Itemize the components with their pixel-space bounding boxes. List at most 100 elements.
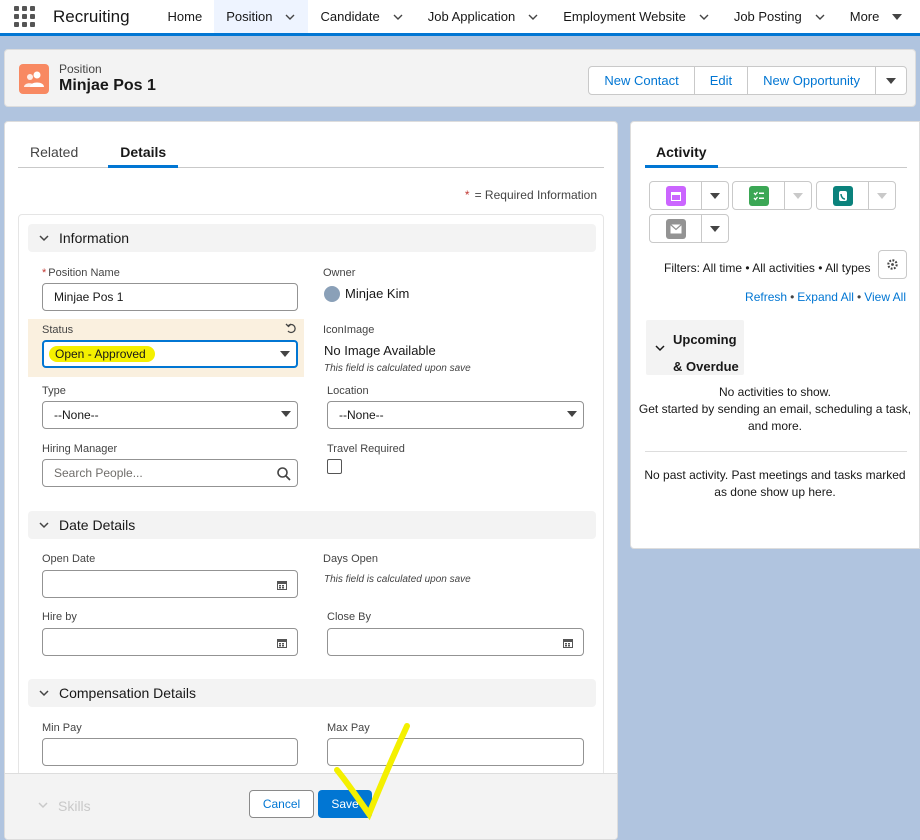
section-compensation-details[interactable]: Compensation Details bbox=[28, 679, 596, 707]
type-select[interactable]: --None-- bbox=[42, 401, 298, 429]
nav-item-position[interactable]: Position bbox=[214, 0, 309, 36]
close-by-input[interactable] bbox=[327, 628, 584, 656]
hiring-manager-input[interactable]: Search People... bbox=[42, 459, 298, 487]
task-icon bbox=[748, 185, 769, 206]
chevron-down-icon bbox=[39, 522, 49, 529]
email-button-main[interactable] bbox=[650, 215, 702, 242]
nav-label: Job Posting bbox=[733, 9, 802, 24]
chevron-down-icon[interactable] bbox=[698, 11, 710, 23]
caret-down-icon bbox=[281, 411, 291, 417]
section-information[interactable]: Information bbox=[28, 224, 596, 252]
nav-label: Home bbox=[167, 9, 203, 24]
nav-label: Employment Website bbox=[563, 9, 686, 24]
undo-icon[interactable] bbox=[285, 322, 297, 334]
location-select[interactable]: --None-- bbox=[327, 401, 584, 429]
icon-image-note: This field is calculated upon save bbox=[324, 363, 471, 374]
message-line: Get started by sending an email, schedul… bbox=[638, 402, 912, 416]
nav-label: Job Application bbox=[427, 9, 516, 24]
owner-link[interactable]: Minjae Kim bbox=[345, 286, 409, 301]
new-task-button[interactable] bbox=[732, 181, 812, 210]
separator: • bbox=[790, 290, 795, 304]
calendar-icon bbox=[665, 185, 686, 206]
label-line: & Overdue bbox=[673, 359, 739, 374]
new-contact-button[interactable]: New Contact bbox=[589, 67, 695, 94]
hire-by-label: Hire by bbox=[42, 611, 77, 623]
section-title: Date Details bbox=[59, 517, 136, 533]
nav-item-candidate[interactable]: Candidate bbox=[308, 0, 415, 33]
tab-activity[interactable]: Activity bbox=[645, 140, 718, 168]
section-skills-obscured: Skills bbox=[37, 798, 91, 814]
calendar-icon[interactable] bbox=[276, 579, 288, 591]
location-label: Location bbox=[327, 385, 369, 397]
nav-item-home[interactable]: Home bbox=[156, 0, 215, 33]
form-footer: Skills Cancel Save bbox=[5, 773, 617, 839]
nav-item-job-posting[interactable]: Job Posting bbox=[722, 0, 838, 33]
chevron-down-icon[interactable] bbox=[785, 182, 811, 209]
nav-item-employment-website[interactable]: Employment Website bbox=[551, 0, 722, 33]
new-event-button[interactable] bbox=[649, 181, 729, 210]
chevron-down-icon[interactable] bbox=[392, 11, 404, 23]
edit-button[interactable]: Edit bbox=[695, 67, 749, 94]
position-name-label: * Position Name bbox=[42, 267, 120, 279]
search-icon bbox=[277, 467, 291, 481]
status-select[interactable]: Open - Approved bbox=[42, 340, 298, 368]
call-button-main[interactable] bbox=[817, 182, 869, 209]
days-open-label: Days Open bbox=[323, 553, 379, 565]
view-all-link[interactable]: View All bbox=[864, 290, 906, 304]
nav-item-more[interactable]: More bbox=[838, 0, 916, 33]
chevron-down-icon[interactable] bbox=[814, 11, 826, 23]
chevron-down-icon[interactable] bbox=[527, 11, 539, 23]
tab-details[interactable]: Details bbox=[108, 140, 179, 168]
event-button-main[interactable] bbox=[650, 182, 702, 209]
no-past-activity-message: No past activity. Past meetings and task… bbox=[631, 467, 919, 501]
section-date-details[interactable]: Date Details bbox=[28, 511, 596, 539]
caret-down-icon bbox=[886, 77, 896, 84]
section-title: Information bbox=[59, 230, 130, 246]
divider bbox=[645, 451, 907, 452]
log-call-button[interactable] bbox=[816, 181, 896, 210]
input-value: Minjae Pos 1 bbox=[54, 290, 124, 304]
activity-settings-button[interactable] bbox=[878, 250, 907, 279]
message-line: and more. bbox=[747, 419, 803, 433]
chevron-down-icon[interactable] bbox=[869, 182, 895, 209]
travel-required-checkbox[interactable] bbox=[327, 459, 342, 474]
section-title: Compensation Details bbox=[59, 685, 196, 701]
more-actions-button[interactable] bbox=[876, 67, 906, 94]
open-date-input[interactable] bbox=[42, 570, 298, 598]
task-button-main[interactable] bbox=[733, 182, 785, 209]
nav-label: More bbox=[849, 9, 880, 24]
travel-required-label: Travel Required bbox=[327, 443, 405, 455]
position-name-input[interactable]: Minjae Pos 1 bbox=[42, 283, 298, 311]
expand-all-link[interactable]: Expand All bbox=[797, 290, 854, 304]
nav-item-job-application[interactable]: Job Application bbox=[416, 0, 551, 33]
label-text: Position Name bbox=[48, 267, 120, 279]
record-tabs: Related Details bbox=[18, 140, 604, 168]
calendar-icon[interactable] bbox=[562, 637, 574, 649]
days-open-note: This field is calculated upon save bbox=[324, 574, 471, 585]
required-info: * = Required Information bbox=[465, 188, 597, 202]
no-activities-message: No activities to show. Get started by se… bbox=[631, 384, 919, 435]
chevron-down-icon[interactable] bbox=[702, 182, 728, 209]
chevron-down-icon[interactable] bbox=[284, 11, 296, 23]
app-launcher-icon[interactable] bbox=[0, 0, 48, 33]
calendar-icon[interactable] bbox=[276, 637, 288, 649]
tab-related[interactable]: Related bbox=[18, 140, 90, 168]
send-email-button[interactable] bbox=[649, 214, 729, 243]
phone-icon bbox=[832, 185, 853, 206]
hiring-manager-label: Hiring Manager bbox=[42, 443, 118, 455]
upcoming-overdue-toggle[interactable]: Upcoming & Overdue bbox=[646, 320, 744, 375]
owner-label: Owner bbox=[323, 267, 356, 279]
chevron-down-icon[interactable] bbox=[702, 215, 728, 242]
refresh-link[interactable]: Refresh bbox=[745, 290, 787, 304]
type-label: Type bbox=[42, 385, 66, 397]
hire-by-input[interactable] bbox=[42, 628, 298, 656]
new-opportunity-button[interactable]: New Opportunity bbox=[748, 67, 876, 94]
min-pay-input[interactable] bbox=[42, 738, 298, 766]
activity-tabs: Activity bbox=[645, 140, 907, 168]
message-line: No past activity. Past meetings and task… bbox=[644, 468, 906, 482]
edit-form: Information * Position Name Minjae Pos 1 … bbox=[18, 214, 604, 839]
close-by-label: Close By bbox=[327, 611, 372, 623]
cancel-button[interactable]: Cancel bbox=[249, 790, 314, 818]
min-pay-label: Min Pay bbox=[42, 722, 82, 734]
caret-down-icon[interactable] bbox=[891, 11, 903, 23]
